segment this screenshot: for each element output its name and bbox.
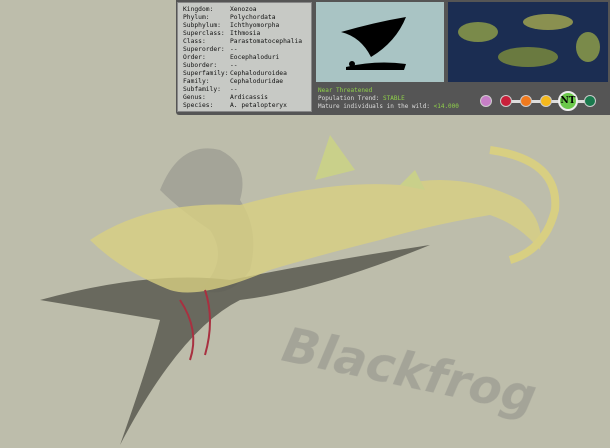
rank-value: Polychordata	[230, 14, 276, 21]
rank-label: Superfamily:	[183, 70, 229, 77]
creature-fin	[315, 135, 355, 180]
taxonomy-row: Kingdom: Xenozoa	[183, 6, 306, 14]
status-dot	[500, 95, 512, 107]
distribution-map	[448, 2, 608, 82]
rank-value: Ardicassis	[230, 94, 268, 101]
mature-value: <14.000	[433, 103, 459, 110]
rank-value: --	[230, 62, 238, 69]
rank-value: --	[230, 46, 238, 53]
rank-label: Superclass:	[183, 30, 225, 37]
trend-value: STABLE	[383, 95, 405, 102]
rank-value: Cephaloduridae	[230, 78, 284, 85]
status-dot	[584, 95, 596, 107]
status-dot	[520, 95, 532, 107]
rank-value: Ithmosia	[230, 30, 261, 37]
rank-label: Subphylum:	[183, 22, 221, 29]
rank-label: Phylum:	[183, 14, 210, 21]
rank-label: Family:	[183, 78, 210, 85]
rank-value: Ichthyomorpha	[230, 22, 280, 29]
taxonomy-row: Superorder: --	[183, 46, 306, 54]
svg-text:Blackfrog: Blackfrog	[278, 317, 542, 425]
taxonomy-row: Superclass: Ithmosia	[183, 30, 306, 38]
trend-label: Population Trend:	[318, 95, 380, 102]
taxonomy-row: Class: Parastomatocephalia	[183, 38, 306, 46]
rank-label: Kingdom:	[183, 6, 214, 13]
mature-label: Mature individuals in the wild:	[318, 103, 430, 110]
taxonomy-row: Family: Cephaloduridae	[183, 78, 306, 86]
rank-value: Parastomatocephalia	[230, 38, 303, 45]
taxonomy-row: Suborder: --	[183, 62, 306, 70]
status-dot	[480, 95, 492, 107]
status-scale: NT	[480, 90, 600, 111]
taxonomy-row: Order: Eocephaloduri	[183, 54, 306, 62]
status-dot-current: NT	[558, 91, 578, 111]
rank-value: Cephaloduroidea	[230, 70, 287, 77]
rank-label: Subfamily:	[183, 86, 221, 93]
taxonomy-row: Genus: Ardicassis	[183, 94, 306, 102]
taxonomy-row: Superfamily: Cephaloduroidea	[183, 70, 306, 78]
rank-value: A. petalopteryx	[230, 102, 287, 109]
taxonomy-panel: Kingdom: Xenozoa Phylum: Polychordata Subphy…	[177, 2, 312, 112]
rank-label: Order:	[183, 54, 206, 61]
taxonomy-row: Phylum: Polychordata	[183, 14, 306, 22]
taxonomy-row: Subfamily: --	[183, 86, 306, 94]
status-dot	[540, 95, 552, 107]
size-silhouette	[316, 2, 444, 82]
rank-label: Species:	[183, 102, 214, 109]
rank-value: Xenozoa	[230, 6, 257, 13]
rank-value: Eocephaloduri	[230, 54, 280, 61]
rank-label: Class:	[183, 38, 206, 45]
rank-label: Suborder:	[183, 62, 218, 69]
conservation-status: Near Threatened Population Trend: STABLE…	[316, 86, 608, 113]
taxonomy-row: Subphylum: Ichthyomorpha	[183, 22, 306, 30]
rank-label: Superorder:	[183, 46, 225, 53]
rank-value: --	[230, 86, 238, 93]
taxonomy-row: Species: A. petalopteryx	[183, 102, 306, 110]
rank-label: Genus:	[183, 94, 206, 101]
